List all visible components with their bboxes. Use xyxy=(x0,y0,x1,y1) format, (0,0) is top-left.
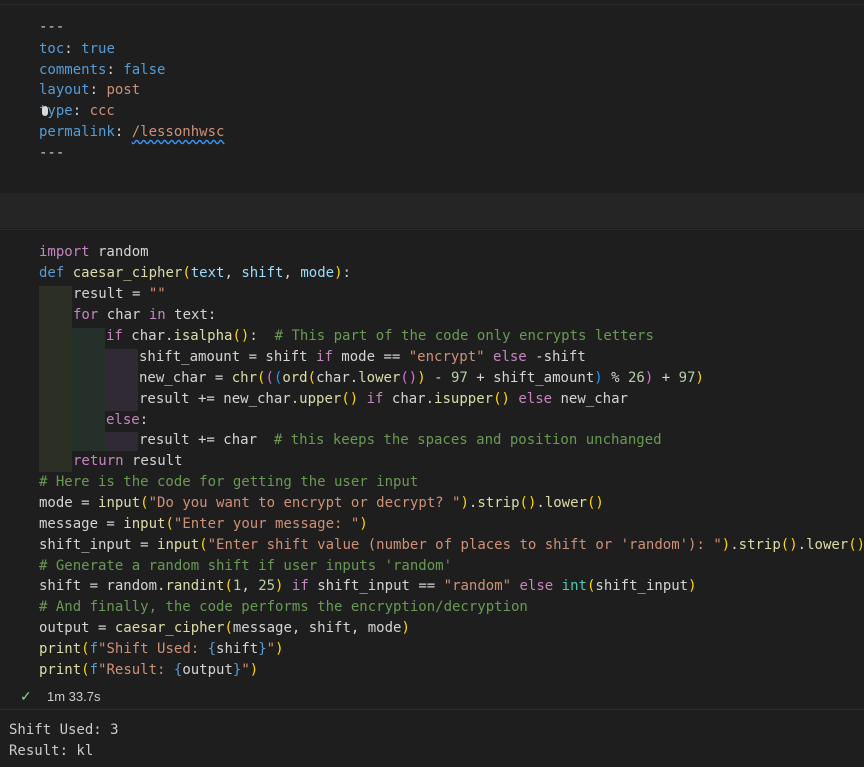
code-line-10: result += char # this keeps the spaces a… xyxy=(139,432,662,448)
code-line-12: # Here is the code for getting the user … xyxy=(39,474,419,490)
code-line-1: import random xyxy=(39,244,149,260)
code-line-15: shift_input = input("Enter shift value (… xyxy=(39,537,864,553)
code-line-17: shift = random.randint(1, 25) if shift_i… xyxy=(39,578,697,594)
code-cell[interactable]: import random def caesar_cipher(text, sh… xyxy=(0,229,864,686)
code-line-14: message = input("Enter your message: ") xyxy=(39,516,368,532)
code-line-20: print(f"Shift Used: {shift}") xyxy=(39,641,284,657)
code-line-2: def caesar_cipher(text, shift, mode): xyxy=(39,265,351,281)
indent-guide-level1 xyxy=(39,286,72,472)
code-line-18: # And finally, the code performs the enc… xyxy=(39,599,528,615)
code-line-16: # Generate a random shift if user inputs… xyxy=(39,558,453,574)
execution-status: ✓ 1m 33.7s xyxy=(0,685,864,709)
indent-guide-level3b xyxy=(105,432,138,451)
output-line-result: Result: kl xyxy=(9,743,94,759)
code-line-7: new_char = chr(((ord(char.lower()) - 97 … xyxy=(139,370,704,386)
yaml-line-toc: toc: true xyxy=(39,41,115,57)
code-line-6: shift_amount = shift if mode == "encrypt… xyxy=(139,349,586,365)
yaml-line-type: type: ccc xyxy=(39,103,115,119)
indent-guide-level2 xyxy=(72,328,105,451)
code-line-13: mode = input("Do you want to encrypt or … xyxy=(39,495,604,511)
lightbulb-icon[interactable] xyxy=(42,106,48,116)
indent-guide-level3 xyxy=(105,349,138,411)
code-line-5: if char.isalpha(): # This part of the co… xyxy=(106,328,654,344)
cell-separator xyxy=(0,193,864,228)
code-line-8: result += new_char.upper() if char.isupp… xyxy=(139,391,628,407)
yaml-line-permalink: permalink: /lessonhwsc xyxy=(39,124,225,140)
code-line-9: else: xyxy=(106,412,149,428)
code-line-19: output = caesar_cipher(message, shift, m… xyxy=(39,620,410,636)
markdown-cell[interactable]: --- toc: true comments: false layout: po… xyxy=(0,4,864,194)
yaml-line-comments: comments: false xyxy=(39,62,166,78)
front-matter-delimiter-end: --- xyxy=(39,145,65,161)
cell-output: Shift Used: 3 Result: kl xyxy=(0,709,864,767)
code-line-21: print(f"Result: {output}") xyxy=(39,662,259,678)
checkmark-icon: ✓ xyxy=(20,688,32,704)
yaml-line-layout: layout: post xyxy=(39,82,141,98)
code-line-3: result = "" xyxy=(73,286,166,302)
code-line-11: return result xyxy=(73,453,183,469)
output-line-shift: Shift Used: 3 xyxy=(9,722,119,738)
front-matter-delimiter: --- xyxy=(39,19,65,35)
execution-duration: 1m 33.7s xyxy=(47,689,101,704)
code-line-4: for char in text: xyxy=(73,307,217,323)
